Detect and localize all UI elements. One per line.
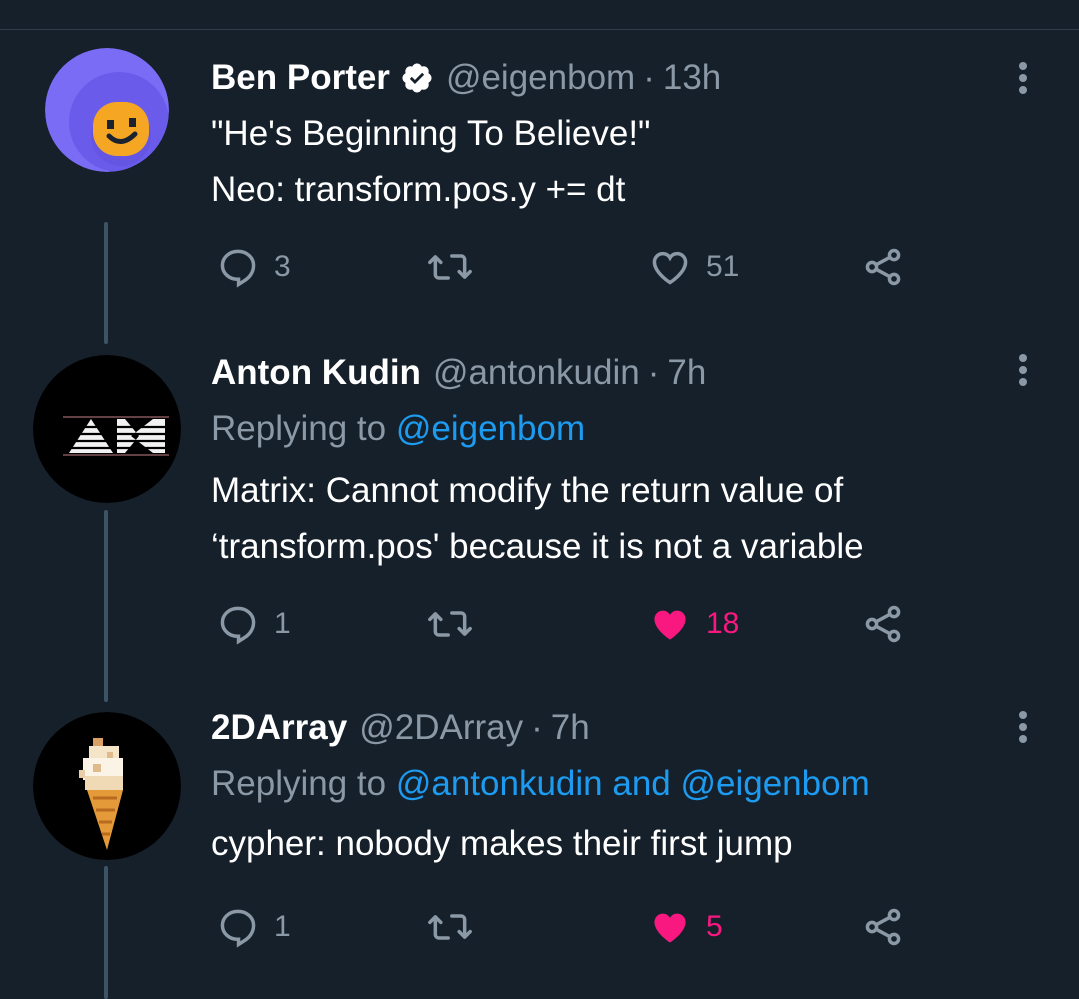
mention-link[interactable]: @antonkudin and @eigenbom (396, 764, 870, 803)
ak-logo-avatar-icon (33, 355, 181, 503)
display-name[interactable]: Ben Porter (211, 58, 390, 98)
retweet-button[interactable] (426, 242, 488, 292)
retweet-icon (426, 245, 474, 289)
separator: · (643, 58, 655, 97)
tweet[interactable]: Ben Porter @eigenbom · 13h "He's Beginni… (0, 0, 1079, 340)
share-button[interactable] (861, 902, 905, 952)
tweet-header: Ben Porter @eigenbom · 13h (211, 58, 1011, 98)
retweet-button[interactable] (426, 599, 488, 649)
display-name[interactable]: Anton Kudin (211, 353, 421, 393)
separator: · (531, 708, 543, 747)
tweet-text-line: "He's Beginning To Believe!" (211, 114, 651, 153)
share-button[interactable] (861, 599, 905, 649)
more-options-icon[interactable] (1006, 707, 1040, 747)
like-button[interactable]: 5 (648, 902, 723, 952)
avatar[interactable] (33, 712, 181, 860)
heart-outline-icon (648, 245, 692, 289)
more-options-icon[interactable] (1006, 350, 1040, 390)
display-name[interactable]: 2DArray (211, 708, 347, 748)
retweet-icon (426, 905, 474, 949)
reply-count: 1 (274, 607, 291, 640)
like-button[interactable]: 18 (648, 599, 739, 649)
avatar[interactable] (33, 355, 181, 503)
retweet-icon (426, 602, 474, 646)
like-count: 18 (706, 607, 740, 640)
tweet-header: 2DArray @2DArray · 7h (211, 708, 1011, 748)
like-button[interactable]: 51 (648, 242, 739, 292)
reply-icon (216, 245, 260, 289)
tweet-actions: 1 18 (211, 599, 1011, 649)
timestamp[interactable]: 7h (551, 708, 590, 748)
tweet-text-line: Neo: transform.pos.y += dt (211, 170, 626, 209)
separator: · (647, 353, 660, 392)
share-button[interactable] (861, 242, 905, 292)
verified-badge-icon (400, 61, 434, 95)
share-icon (861, 602, 905, 646)
user-handle[interactable]: @2DArray (359, 708, 523, 748)
like-count: 5 (706, 910, 723, 943)
tweet-text-line: ‘transform.pos' because it is not a vari… (211, 527, 864, 566)
more-options-icon[interactable] (1006, 58, 1040, 98)
timestamp[interactable]: 7h (667, 353, 706, 393)
replying-to-label: Replying to (211, 409, 387, 448)
like-count: 51 (706, 250, 740, 283)
ice-cream-avatar-icon (33, 712, 181, 860)
replying-to: Replying to @eigenbom (211, 401, 1011, 457)
timestamp[interactable]: 13h (663, 58, 721, 98)
mention-link[interactable]: @eigenbom (396, 409, 585, 448)
user-handle[interactable]: @eigenbom (446, 58, 635, 98)
heart-filled-icon (648, 602, 692, 646)
replying-to-label: Replying to (211, 764, 387, 803)
retweet-button[interactable] (426, 902, 488, 952)
tweet-actions: 1 5 (211, 902, 1011, 952)
reply-button[interactable]: 1 (216, 599, 291, 649)
avatar[interactable] (45, 48, 169, 172)
reply-button[interactable]: 3 (216, 242, 291, 292)
reply-count: 3 (274, 250, 291, 283)
share-icon (861, 245, 905, 289)
tweet-text-line: Matrix: Cannot modify the return value o… (211, 471, 844, 510)
tweet[interactable]: 2DArray @2DArray · 7h Replying to @anton… (0, 700, 1079, 999)
smiley-avatar-icon (45, 48, 169, 172)
replying-to: Replying to @antonkudin and @eigenbom (211, 756, 1011, 812)
user-handle[interactable]: @antonkudin (433, 353, 640, 393)
heart-filled-icon (648, 905, 692, 949)
reply-icon (216, 602, 260, 646)
reply-button[interactable]: 1 (216, 902, 291, 952)
reply-icon (216, 905, 260, 949)
reply-count: 1 (274, 910, 291, 943)
tweet-text-line: cypher: nobody makes their first jump (211, 824, 793, 863)
tweet[interactable]: Anton Kudin @antonkudin · 7h Replying to… (0, 340, 1079, 700)
share-icon (861, 905, 905, 949)
tweet-actions: 3 51 (211, 242, 1011, 292)
tweet-header: Anton Kudin @antonkudin · 7h (211, 353, 1011, 393)
